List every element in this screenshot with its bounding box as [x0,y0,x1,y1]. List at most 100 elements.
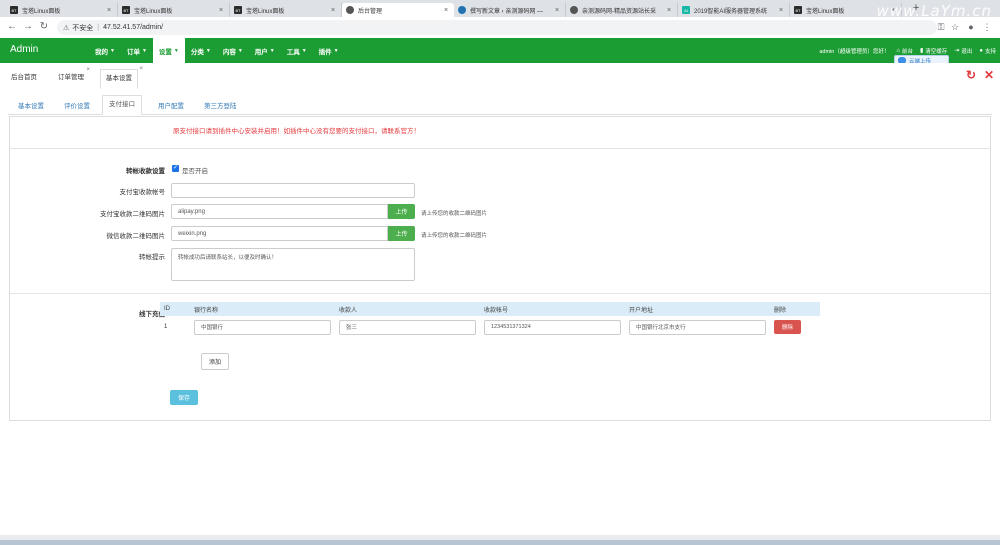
browser-tab[interactable]: BT 宝塔Linux面板 × [118,3,230,17]
security-warning-text: 不安全 [72,24,94,32]
wordpress-favicon-icon [458,6,466,14]
menu-item-content[interactable]: 内容 ▼ [217,38,249,63]
menu-item-tools[interactable]: 工具 ▼ [281,38,313,63]
col-bank: 银行名称 [190,302,335,316]
browser-tab-title: 宝塔Linux面板 [134,8,173,15]
bt-favicon-icon: BT [10,6,18,14]
page-tab-orders[interactable]: 订单管理 × [58,67,90,81]
caret-down-icon: ▼ [301,47,307,54]
enable-checkbox[interactable]: ✓ [172,165,179,172]
subtab-payment[interactable]: 支付接口 [102,95,142,115]
settings-subtabs: 基本设置 评价设置 支付接口 用户配置 第三方登陆 [8,95,992,115]
globe-favicon-icon [570,6,578,14]
save-button[interactable]: 保存 [170,390,198,405]
col-delete: 删除 [770,302,820,316]
logout-link[interactable]: ⇥ 退出 [954,47,972,55]
close-tab-icon[interactable]: × [553,7,561,14]
browser-tab[interactable]: BT 宝塔Linux面板 × [230,3,342,17]
browser-tab[interactable]: 撰写新文章 ‹ 亲测源码网 — × [454,3,566,17]
caret-down-icon: ▼ [141,47,147,54]
menu-item-categories[interactable]: 分类 ▼ [185,38,217,63]
close-all-icon[interactable]: ✕ [984,68,994,82]
back-arrow-icon[interactable]: ← [6,21,18,33]
close-tab-icon[interactable]: × [777,7,785,14]
browser-tab[interactable]: AI 2019智能AI服务器管理系统 × [678,3,790,17]
browser-tab[interactable]: 亲测源码网-精品资源站长采 × [566,3,678,17]
browser-tab[interactable]: BT 宝塔Linux面板 × [6,3,118,17]
support-link[interactable]: ● 支持 [979,47,996,55]
wechat-upload-button[interactable]: 上传 [388,226,415,241]
caret-down-icon: ▼ [173,47,179,54]
close-tab-icon[interactable]: × [329,7,337,14]
logout-icon: ⇥ [954,48,960,54]
user-greeting[interactable]: admin（超级管理员）您好！ [819,47,889,55]
transfer-tip-label: 转帐提示 [139,254,165,261]
close-tab-icon[interactable]: × [217,7,225,14]
close-icon[interactable]: × [139,66,143,72]
col-id: ID [160,302,190,316]
admin-navbar: Admin 我的 ▼ 订单 ▼ 设置 ▼ 分类 ▼ 内容 ▼ 用户 ▼ 工具 ▼ 插件 ▼ ad… [0,38,1000,63]
subtab-basic[interactable]: 基本设置 [18,100,44,110]
add-row-button[interactable]: 添加 [201,353,229,370]
refresh-icon[interactable]: ↻ [966,68,976,82]
menu-item-users[interactable]: 用户 ▼ [249,38,281,63]
browser-tab-active[interactable]: 后台管理 × [342,3,454,17]
wechat-qr-input[interactable]: weixin.png [171,226,388,241]
menu-item-settings[interactable]: 设置 ▼ [152,38,185,63]
main-menu: 我的 ▼ 订单 ▼ 设置 ▼ 分类 ▼ 内容 ▼ 用户 ▼ 工具 ▼ 插件 ▼ [89,38,345,63]
alipay-account-label: 支付宝收款帐号 [119,189,166,196]
browser-toolbar: ← → ↻ ⚠ 不安全 | 47.52.41.57/admin/ ⚿ ☆ ● ⋮ [0,17,1000,39]
key-icon[interactable]: ⚿ [935,21,947,33]
close-tab-icon[interactable]: × [105,7,113,14]
col-address: 开户地址 [625,302,770,316]
alipay-qr-input[interactable]: alipay.png [171,204,388,219]
delete-row-button[interactable]: 删除 [774,320,801,334]
subtab-third-party-login[interactable]: 第三方登陆 [204,100,237,110]
browser-tab-title: 后台管理 [358,8,383,15]
subtab-review[interactable]: 评价设置 [64,100,90,110]
bt-favicon-icon: BT [234,6,242,14]
menu-item-orders[interactable]: 订单 ▼ [121,38,153,63]
bank-accounts-table: ID 银行名称 收款人 收款帐号 开户地址 删除 1 中国银行 张三 12345… [160,302,820,338]
browser-tab-title: 2019智能AI服务器管理系统 [694,8,768,15]
bt-favicon-icon: BT [122,6,130,14]
alipay-account-input[interactable] [171,183,415,198]
caret-down-icon: ▼ [205,47,211,54]
clear-cache-link[interactable]: ▮ 清空缓存 [920,47,947,55]
reload-icon[interactable]: ↻ [38,21,50,33]
menu-dots-icon[interactable]: ⋮ [981,21,993,33]
menu-item-plugins[interactable]: 插件 ▼ [313,38,345,63]
transfer-tip-textarea[interactable]: 转帐成功后请联系站长，以便及时确认！ [171,248,415,281]
alipay-upload-help: 请上传您的收款二维码图片 [421,211,488,217]
frontend-link[interactable]: ⌂ 前台 [896,47,913,55]
forward-arrow-icon[interactable]: → [22,21,34,33]
bt-favicon-icon: BT [794,6,802,14]
caret-down-icon: ▼ [333,47,339,54]
brand-logo[interactable]: Admin [10,44,38,55]
close-icon[interactable]: × [86,67,90,73]
bank-address-input[interactable]: 中国银行北京市支行 [629,319,766,335]
caret-down-icon: ▼ [110,47,115,54]
payment-notice: 原支付接口请到插件中心安装并启用！如插件中心没有您要的支付接口，请联系官方！ [173,128,420,135]
col-payee: 收款人 [335,302,480,316]
account-icon[interactable]: ● [965,21,977,33]
browser-tab-strip: BT 宝塔Linux面板 × BT 宝塔Linux面板 × BT 宝塔Linux… [0,0,1000,20]
close-tab-icon[interactable]: × [665,7,673,14]
page-tabs: 后台首页 订单管理 × 基本设置 × ↻ ✕ [0,63,1000,91]
alipay-upload-button[interactable]: 上传 [388,204,415,219]
user-icon: ● [979,47,983,54]
col-account: 收款帐号 [480,302,625,316]
account-number-input[interactable]: 1234531371324 [484,319,621,335]
page-tab-basic-settings[interactable]: 基本设置 × [100,66,143,89]
page-tab-home[interactable]: 后台首页 [11,71,37,81]
offline-recharge-label: 线下充值 [139,311,165,318]
bank-name-input[interactable]: 中国银行 [194,319,331,335]
close-tab-icon[interactable]: × [442,7,450,14]
caret-down-icon: ▼ [269,47,275,54]
star-icon[interactable]: ☆ [949,21,961,33]
subtab-user-config[interactable]: 用户配置 [158,100,184,110]
address-bar[interactable]: ⚠ 不安全 | 47.52.41.57/admin/ [57,20,937,35]
menu-item-mine[interactable]: 我的 ▼ [89,38,121,63]
payee-input[interactable]: 张三 [339,319,476,335]
home-icon: ⌂ [896,47,900,54]
